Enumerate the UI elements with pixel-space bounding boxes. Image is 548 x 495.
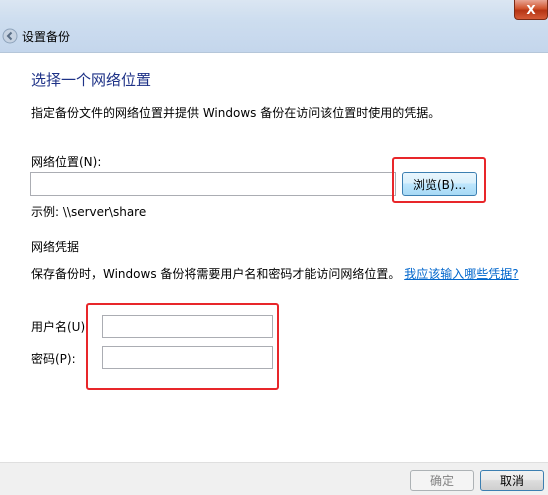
- credentials-description-text: 保存备份时，Windows 备份将需要用户名和密码才能访问网络位置。: [31, 267, 401, 281]
- browse-highlight-box: [392, 157, 486, 203]
- credentials-highlight-box: [86, 303, 279, 390]
- close-button[interactable]: X: [514, 0, 548, 20]
- close-icon: X: [526, 2, 536, 17]
- network-location-label: 网络位置(N):: [31, 155, 102, 169]
- username-label: 用户名(U):: [31, 320, 90, 334]
- network-location-input[interactable]: [30, 172, 396, 196]
- credentials-heading: 网络凭据: [31, 240, 80, 254]
- page-heading: 选择一个网络位置: [31, 71, 152, 89]
- cancel-button[interactable]: 取消: [480, 470, 544, 491]
- which-credentials-link[interactable]: 我应该输入哪些凭据?: [404, 267, 518, 281]
- password-label: 密码(P):: [31, 352, 76, 366]
- ok-button[interactable]: 确定: [410, 470, 474, 491]
- footer-bar: 确定 取消: [0, 462, 548, 495]
- credentials-description: 保存备份时，Windows 备份将需要用户名和密码才能访问网络位置。 我应该输入…: [31, 265, 519, 282]
- page-description: 指定备份文件的网络位置并提供 Windows 备份在访问该位置时使用的凭据。: [31, 106, 441, 120]
- title-bar: [0, 0, 548, 53]
- network-location-example: 示例: \\server\share: [31, 205, 147, 219]
- window-title: 设置备份: [22, 30, 71, 44]
- back-arrow-icon[interactable]: [2, 28, 18, 44]
